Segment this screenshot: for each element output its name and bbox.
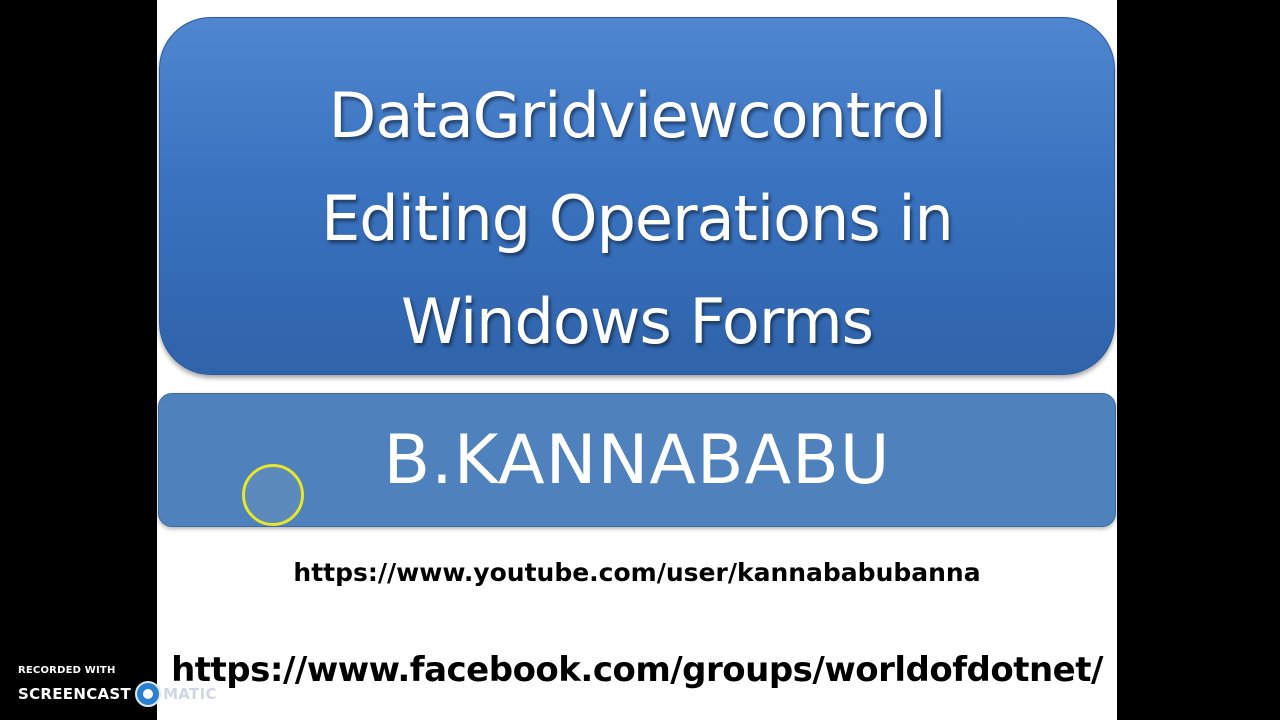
recorder-watermark: RECORDED WITH SCREENCAST MATIC	[18, 664, 228, 708]
author-banner: B.KANNABABU	[158, 393, 1116, 527]
title-line-2: Editing Operations in	[321, 182, 954, 255]
watermark-brand-left: SCREENCAST	[18, 685, 132, 703]
title-line-3: Windows Forms	[401, 285, 874, 358]
watermark-brand-right: MATIC	[163, 685, 217, 703]
facebook-link[interactable]: https://www.facebook.com/groups/worldofd…	[157, 648, 1117, 692]
watermark-caption: RECORDED WITH	[18, 665, 116, 676]
title-banner: DataGridviewcontrol Editing Operations i…	[159, 17, 1115, 375]
presentation-slide: DataGridviewcontrol Editing Operations i…	[157, 0, 1117, 720]
cursor-highlight-icon	[242, 464, 304, 526]
slide-title: DataGridviewcontrol Editing Operations i…	[160, 64, 1114, 373]
video-frame: DataGridviewcontrol Editing Operations i…	[0, 0, 1280, 720]
title-line-1: DataGridviewcontrol	[328, 79, 947, 152]
screencastomatic-logo-icon	[135, 681, 162, 707]
watermark-brand: SCREENCAST MATIC	[18, 681, 228, 707]
youtube-link[interactable]: https://www.youtube.com/user/kannababuba…	[157, 556, 1117, 590]
